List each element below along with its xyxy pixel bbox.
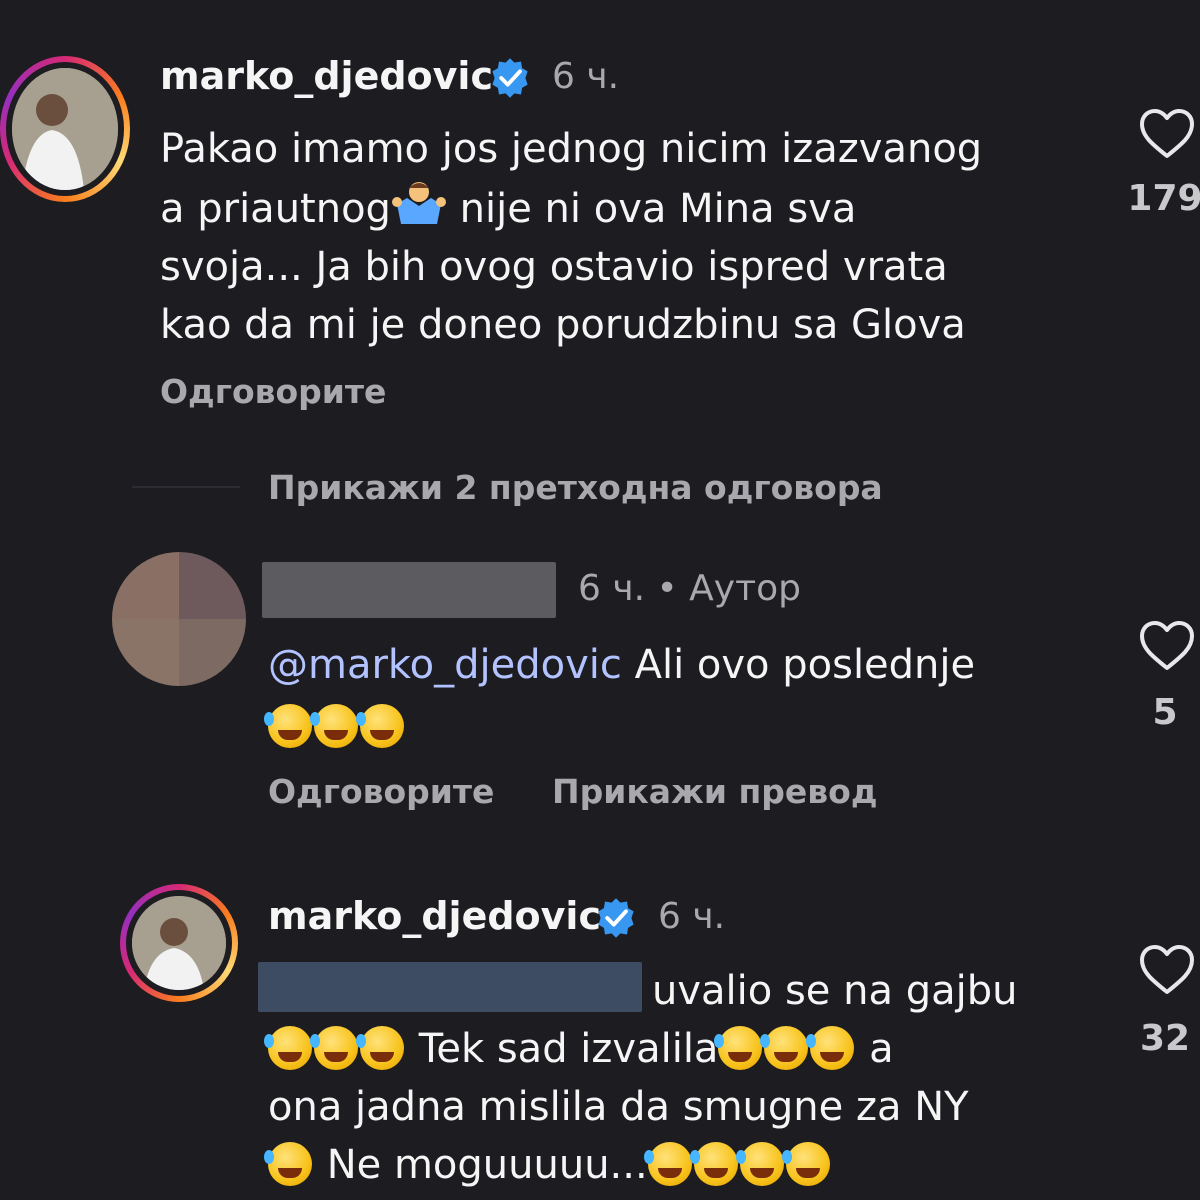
comment-time: 6 ч. <box>658 896 726 937</box>
avatar[interactable] <box>0 56 130 202</box>
verified-badge-icon <box>598 898 634 938</box>
comment-line-2 <box>264 698 1108 756</box>
rofl-emoji <box>264 1026 312 1070</box>
rofl-emoji <box>781 1142 830 1186</box>
rofl-emoji <box>735 1142 784 1186</box>
comment-line-1: uvalio se na gajbu <box>652 968 1018 1014</box>
comment-line-1: @marko_djedovic Ali ovo poslednje <box>268 642 976 688</box>
avatar[interactable] <box>120 884 238 1002</box>
rofl-emoji <box>356 1026 404 1070</box>
mention-link[interactable]: @marko_djedovic <box>268 642 622 688</box>
heart-icon[interactable] <box>1138 108 1196 160</box>
comment-line-4: Ne moguuuuu... <box>264 1136 1108 1194</box>
rofl-emoji <box>714 1026 763 1070</box>
like-count: 179 <box>1127 178 1200 219</box>
rofl-emoji <box>310 704 358 748</box>
comment-line-2: Tek sad izvalila a <box>264 1020 1108 1078</box>
comment-text: uvalio se na gajbu Tek sad izvalila a on… <box>264 962 1108 1194</box>
like-count: 5 <box>1152 692 1178 733</box>
rofl-emoji <box>806 1026 855 1070</box>
comment-line-1: Pakao imamo jos jednog nicim izazvanog <box>160 126 983 172</box>
rofl-emoji <box>356 704 404 748</box>
like-count: 32 <box>1139 1018 1191 1059</box>
show-translation-button[interactable]: Прикажи превод <box>552 772 878 811</box>
comment-username[interactable]: marko_djedovic <box>268 894 601 938</box>
rofl-emoji <box>264 704 312 748</box>
comment-text: Pakao imamo jos jednog nicim izazvanog a… <box>160 120 1120 354</box>
comment-line-3: ona jadna mislila da smugne za NY <box>268 1084 969 1130</box>
reply-button[interactable]: Одговорите <box>160 372 386 411</box>
rofl-emoji <box>760 1026 809 1070</box>
comment-line-4: kao da mi je doneo porudzbinu sa Glova <box>160 302 966 348</box>
hidden-username <box>262 562 556 618</box>
reply-button[interactable]: Одговорите <box>268 772 494 811</box>
heart-icon[interactable] <box>1138 620 1196 672</box>
avatar[interactable] <box>112 552 246 686</box>
avatar-photo <box>132 896 226 990</box>
rofl-emoji <box>264 1142 312 1186</box>
replies-divider <box>132 486 240 488</box>
show-previous-replies-button[interactable]: Прикажи 2 претходна одговора <box>268 468 883 507</box>
verified-badge-icon <box>492 58 528 98</box>
rofl-emoji <box>310 1026 358 1070</box>
heart-icon[interactable] <box>1138 944 1196 996</box>
comment-time: 6 ч. <box>552 56 620 97</box>
shrug-emoji <box>391 182 446 224</box>
avatar-photo <box>12 68 118 190</box>
comment-username[interactable]: marko_djedovic <box>160 54 493 98</box>
comment-line-3: svoja... Ja bih ovog ostavio ispred vrat… <box>160 244 948 290</box>
rofl-emoji <box>643 1142 692 1186</box>
comment-line-2: a priautnog nije ni ova Mina sva <box>160 178 1120 238</box>
comment-text: @marko_djedovic Ali ovo poslednje <box>264 636 1108 756</box>
rofl-emoji <box>689 1142 738 1186</box>
comment-time-author: 6 ч. • Аутор <box>578 568 801 609</box>
